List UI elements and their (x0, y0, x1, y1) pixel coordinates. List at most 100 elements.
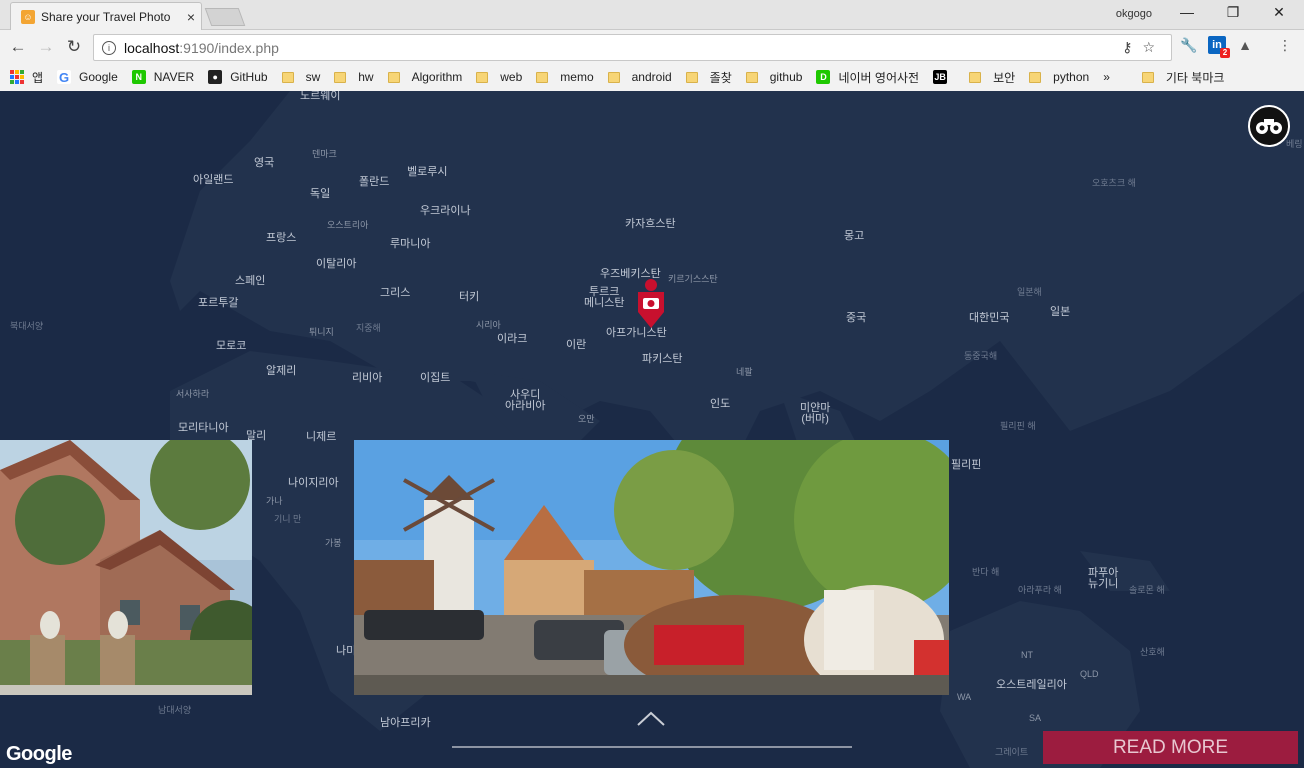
bookmark-label: 보안 (993, 70, 1016, 85)
map-label: NT (1021, 650, 1033, 660)
other-bookmarks[interactable]: 기타 북마크 (1141, 69, 1224, 86)
map-label: 니제르 (306, 431, 337, 443)
map-label: 산호해 (1140, 647, 1165, 657)
map-label: 루마니아 (390, 238, 431, 250)
bookmark-label: sw (305, 70, 321, 84)
bookmark-12[interactable]: D 네이버 영어사전 (816, 69, 919, 86)
dict-icon: D (816, 70, 831, 84)
map-label: 대한민국 (969, 312, 1010, 324)
bookmark-14[interactable]: 보안 (969, 69, 1015, 86)
forward-button[interactable]: → (32, 37, 60, 57)
jb-icon: JB (933, 70, 948, 84)
tab-title: Share your Travel Photo (41, 9, 171, 24)
folder-icon (1029, 71, 1042, 83)
map-label: 벨로루시 (407, 166, 448, 178)
wrench-icon[interactable]: 🔧 (1180, 36, 1198, 54)
map-label: 이집트 (420, 372, 451, 384)
tab-favicon-icon: ☺ (21, 9, 35, 24)
bookmark-3[interactable]: ● GitHub (208, 70, 268, 84)
world-map[interactable]: 노르웨이 아일랜드 영국 덴마크 벨로루시 폴란드 독일 우크라이나 오스트리아 프랑스 루마니아 카… (0, 91, 1304, 768)
url-host: localhost (124, 39, 180, 56)
map-label: 오스트레일리아 (996, 679, 1067, 691)
info-icon[interactable]: i (102, 40, 116, 55)
bookmark-1[interactable]: G Google (57, 70, 118, 85)
map-label: 일본해 (1017, 287, 1042, 297)
restore-button[interactable]: ❐ (1210, 4, 1256, 24)
bookmark-15[interactable]: python (1029, 70, 1089, 84)
map-label: 네팔 (736, 367, 753, 377)
read-more-button[interactable]: READ MORE (1043, 731, 1298, 764)
map-label: 투르크 메니스탄 (584, 286, 625, 309)
folder-icon (745, 71, 758, 83)
bookmark-label: NAVER (153, 70, 195, 84)
bookmark-4[interactable]: sw (281, 70, 321, 84)
bookmark-13[interactable]: JB (933, 70, 955, 84)
map-label: 영국 (254, 157, 275, 169)
bookmarks-bar: 앱 G Google N NAVER ● GitHub sw hw Algorithm web mem… (0, 63, 1304, 91)
map-label: 아일랜드 (193, 174, 234, 186)
map-label: 몽고 (844, 230, 865, 242)
new-tab-button[interactable] (204, 8, 246, 26)
chevron-up-icon[interactable] (636, 709, 666, 729)
linkedin-icon[interactable]: in 2 (1208, 36, 1230, 58)
folder-icon (387, 71, 400, 83)
google-logo: Google (6, 743, 72, 765)
drive-icon[interactable]: ▲ (1236, 36, 1254, 54)
back-button[interactable]: ← (4, 37, 32, 57)
bookmark-8[interactable]: memo (536, 70, 594, 84)
map-label: 베링 (1286, 139, 1303, 149)
photo-windmill-street[interactable] (354, 440, 949, 695)
map-label: 북대서양 (10, 321, 44, 331)
map-label: 아라푸라 해 (1018, 585, 1062, 595)
bookmark-2[interactable]: N NAVER (131, 70, 195, 84)
minimize-button[interactable]: — (1164, 4, 1210, 24)
bookmark-11[interactable]: github (745, 70, 803, 84)
bookmark-label: 졸찾 (709, 70, 732, 85)
bookmark-5[interactable]: hw (334, 70, 374, 84)
map-label: 스페인 (235, 275, 266, 287)
folder-icon (1141, 71, 1154, 83)
map-label: 나이지리아 (288, 477, 339, 489)
bookmark-7[interactable]: web (476, 70, 522, 84)
photo-house[interactable] (0, 440, 252, 695)
slider-progress-bar (452, 746, 852, 748)
map-label: 이란 (566, 339, 587, 351)
url-path: :9190/index.php (179, 39, 279, 56)
github-icon: ● (208, 70, 223, 84)
close-window-button[interactable]: ✕ (1256, 4, 1302, 24)
map-label: 우크라이나 (420, 205, 471, 217)
binoculars-button[interactable] (1248, 105, 1290, 147)
bookmark-0[interactable]: 앱 (10, 69, 43, 86)
bookmark-label: 네이버 영어사전 (838, 70, 920, 85)
bookmark-6[interactable]: Algorithm (387, 70, 463, 84)
profile-name[interactable]: okgogo (1115, 8, 1152, 20)
map-label: 오호츠크 해 (1092, 178, 1136, 188)
map-label: 그리스 (380, 287, 411, 299)
bookmark-9[interactable]: android (607, 70, 672, 84)
toolbar: ← → ↻ i localhost:9190/index.php ⚷☆ 🔧 in… (0, 31, 1304, 63)
map-label: 서사하라 (176, 389, 210, 399)
menu-icon[interactable]: ⋮ (1276, 36, 1294, 54)
map-label: 필리핀 (951, 459, 982, 471)
folder-icon (476, 71, 489, 83)
bookmark-label: Algorithm (411, 70, 463, 84)
bookmark-10[interactable]: 졸찾 (685, 69, 732, 86)
camera-pin-icon[interactable] (636, 278, 666, 330)
folder-icon (969, 71, 982, 83)
map-label: 터키 (459, 291, 480, 303)
map-label: 필리핀 해 (1000, 421, 1036, 431)
tab-close-icon[interactable]: × (187, 9, 195, 25)
bookmark-label: Google (79, 70, 118, 84)
tab-active[interactable]: ☺ Share your Travel Photo × (10, 2, 202, 30)
map-label: 모로코 (216, 340, 247, 352)
map-label: 일본 (1050, 306, 1071, 318)
map-label: 그레이트 (995, 747, 1029, 757)
map-label: 반다 해 (972, 567, 1000, 577)
map-label: SA (1029, 713, 1042, 723)
map-label: 남대서양 (158, 705, 192, 715)
address-bar[interactable]: i localhost:9190/index.php ⚷☆ (93, 34, 1172, 61)
bookmarks-overflow[interactable]: » (1103, 70, 1110, 84)
bookmark-label: github (769, 70, 803, 84)
key-star-icons[interactable]: ⚷☆ (1122, 39, 1165, 56)
reload-button[interactable]: ↻ (60, 37, 88, 57)
